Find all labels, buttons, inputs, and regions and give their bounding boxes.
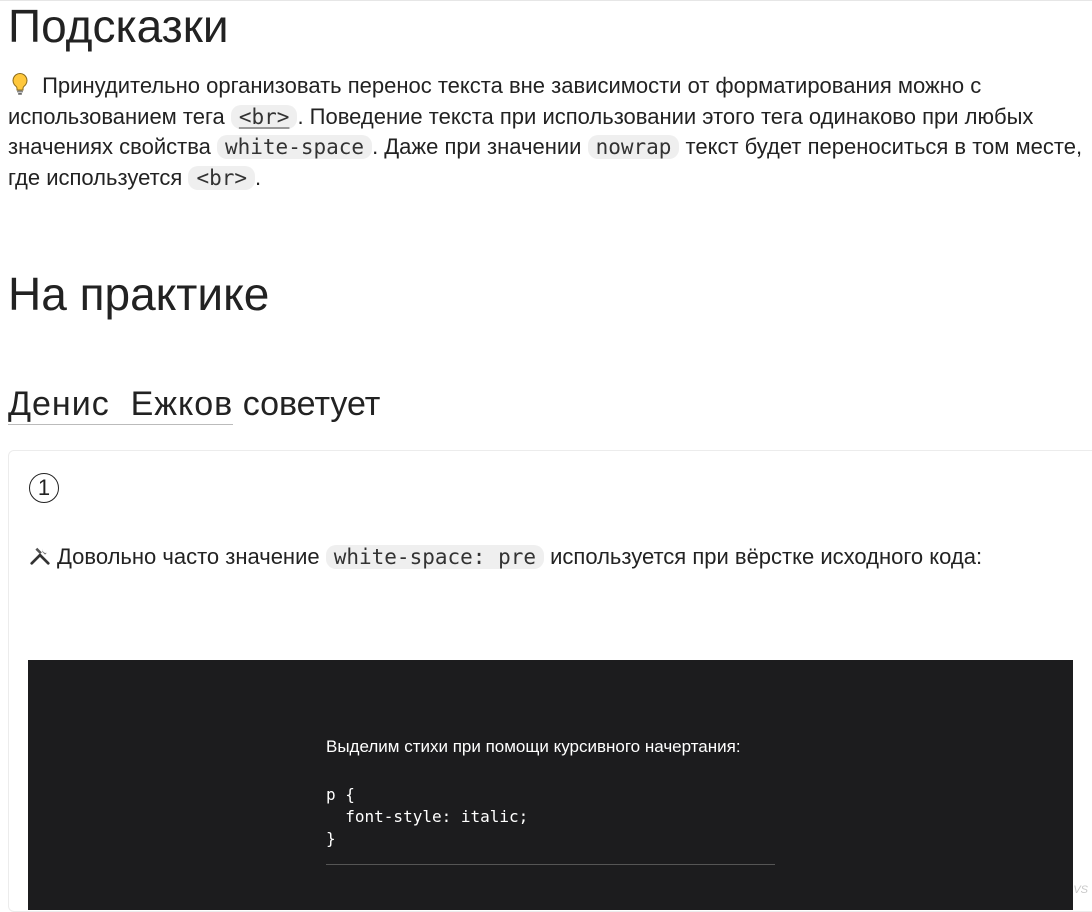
advice-heading: Денис Ежков советует (8, 380, 380, 428)
lightbulb-icon (12, 72, 28, 95)
br-tag-code-link[interactable]: <br> (230, 104, 298, 129)
nowrap-code: nowrap (587, 135, 680, 159)
hint-text-3: . Даже при значении (372, 134, 588, 159)
tip-number-badge: 1 (29, 473, 59, 503)
tip-text-2: используется при вёрстке исходного кода: (544, 544, 983, 569)
demo-content: Выделим стихи при помощи курсивного наче… (326, 736, 775, 865)
demo-divider (326, 864, 775, 865)
hints-heading: Подсказки (8, 0, 229, 52)
white-space-pre-code: white-space: pre (325, 545, 545, 569)
br-tag-code: <br> (188, 165, 256, 190)
hammer-wrench-icon (30, 547, 50, 565)
demo-code-snippet: p { font-style: italic; } (326, 785, 529, 848)
white-space-code: white-space (216, 135, 373, 159)
code-demo-block: Выделим стихи при помощи курсивного наче… (28, 660, 1073, 910)
advises-label: советует (233, 385, 381, 423)
author-link[interactable]: Денис Ежков (8, 385, 234, 425)
hint-text-5: . (255, 164, 262, 190)
corner-watermark: VS (1073, 884, 1088, 896)
demo-intro-text: Выделим стихи при помощи курсивного наче… (326, 737, 741, 756)
practice-heading: На практике (8, 268, 270, 320)
tip-text-1: Довольно часто значение (57, 544, 326, 569)
tip-paragraph: Довольно часто значение white-space: pre… (29, 542, 1089, 572)
hint-paragraph: Принудительно организовать перенос текст… (8, 71, 1090, 193)
